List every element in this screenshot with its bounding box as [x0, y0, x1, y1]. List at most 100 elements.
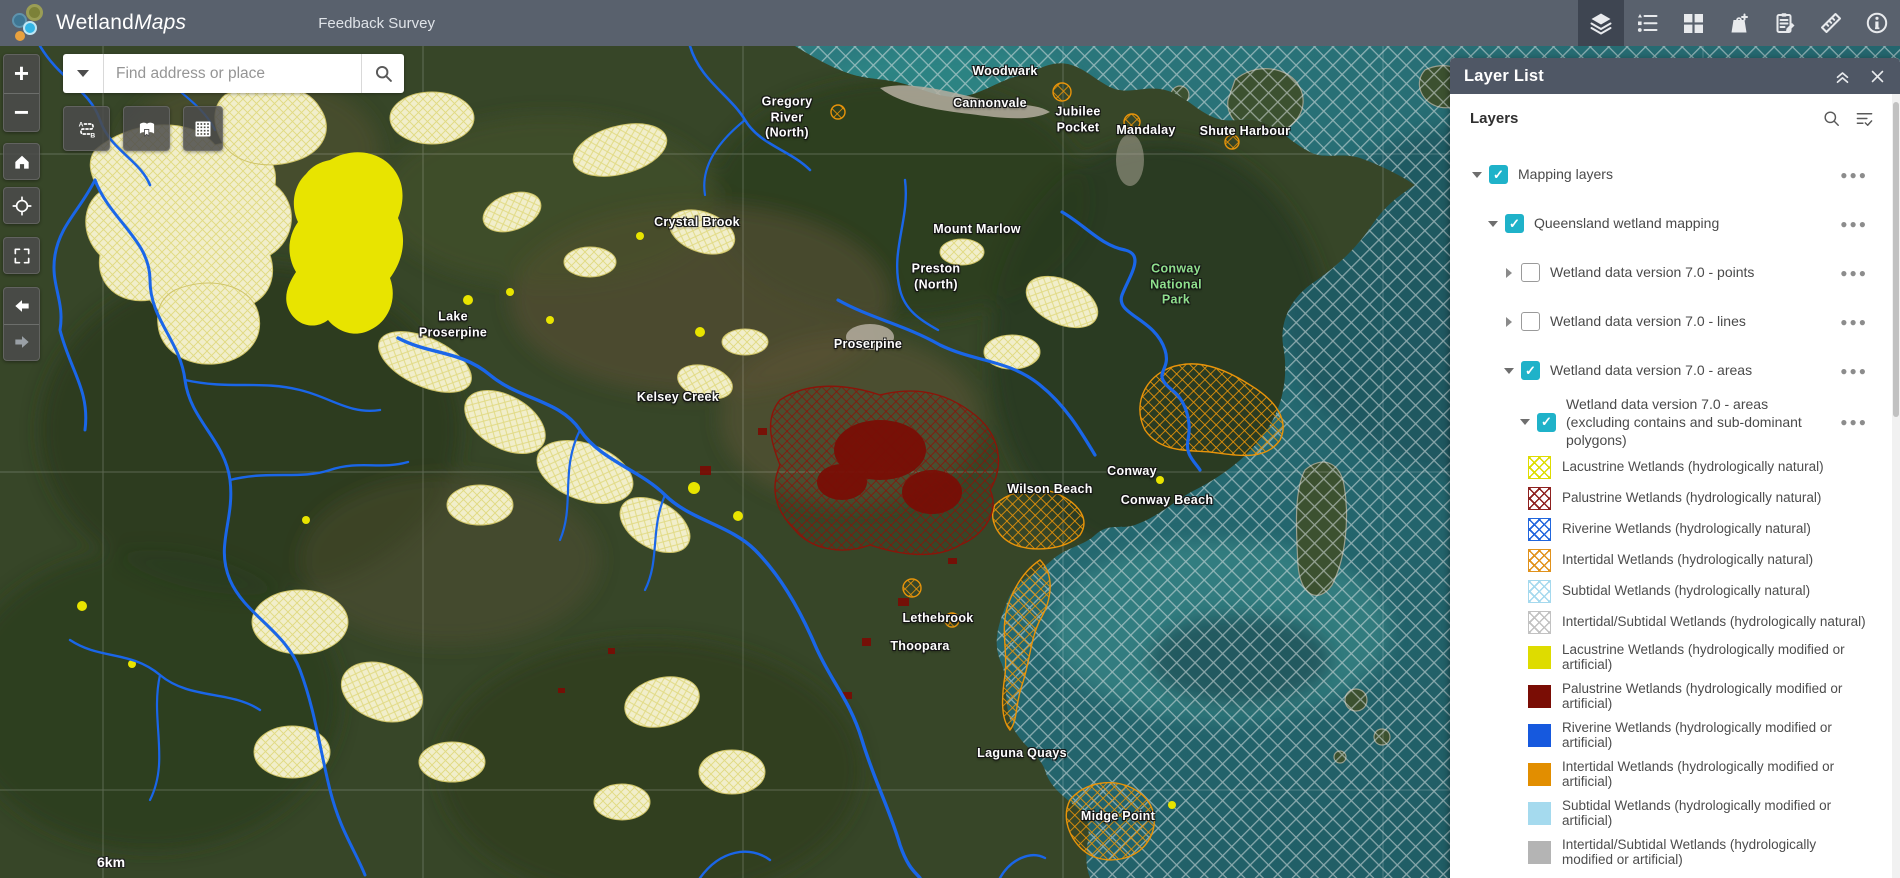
layer-tree-item-areas-excluding[interactable]: ✓ Wetland data version 7.0 - areas (excl…: [1450, 395, 1892, 450]
fullscreen-icon: [4, 238, 39, 273]
layer-tree-item-points[interactable]: ✓ Wetland data version 7.0 - points ●●●: [1450, 248, 1892, 297]
layer-menu-icon[interactable]: ●●●: [1840, 266, 1868, 280]
search-source-dropdown[interactable]: [63, 54, 104, 93]
layer-menu-icon[interactable]: ●●●: [1840, 415, 1868, 429]
add-data-icon[interactable]: [1716, 0, 1762, 46]
route-icon: AB: [64, 107, 109, 150]
expander-caret-icon[interactable]: [1470, 172, 1484, 178]
directions-button[interactable]: AB: [63, 106, 110, 151]
expander-caret-icon[interactable]: [1502, 368, 1516, 374]
legend-item: Subtidal Wetlands (hydrologically natura…: [1450, 576, 1892, 607]
app-header: WetlandMaps Feedback Survey: [0, 0, 1900, 46]
legend-item: Palustrine Wetlands (hydrologically natu…: [1450, 483, 1892, 514]
logo-circle-olive: [26, 4, 43, 21]
legend-item: Riverine Wetlands (hydrologically modifi…: [1450, 716, 1892, 755]
layer-checkbox[interactable]: ✓: [1521, 361, 1540, 380]
filter-options-icon[interactable]: [1855, 109, 1874, 128]
grid-icon: [184, 107, 222, 150]
legend-swatch: [1528, 456, 1551, 479]
panel-title: Layer List: [1464, 67, 1544, 86]
legend-swatch: [1528, 549, 1551, 572]
close-icon[interactable]: [1869, 68, 1886, 85]
logo-circle-orange: [15, 31, 25, 41]
expander-caret-icon[interactable]: [1502, 268, 1516, 278]
svg-text:B: B: [90, 132, 95, 139]
layer-list-panel: Layer List Layers ✓ Mapping layers ●●●: [1450, 58, 1900, 878]
legend-item: Intertidal/Subtidal Wetlands (hydrologic…: [1450, 607, 1892, 638]
expander-caret-icon[interactable]: [1486, 221, 1500, 227]
layer-checkbox[interactable]: ✓: [1521, 312, 1540, 331]
search-input[interactable]: [104, 54, 361, 93]
previous-extent-button[interactable]: [4, 288, 39, 324]
collapse-icon[interactable]: [1834, 68, 1851, 85]
layer-tree-item-lines[interactable]: ✓ Wetland data version 7.0 - lines ●●●: [1450, 297, 1892, 346]
legend-item: Intertidal Wetlands (hydrologically modi…: [1450, 755, 1892, 794]
info-icon[interactable]: [1854, 0, 1900, 46]
legend-list: Lacustrine Wetlands (hydrologically natu…: [1450, 452, 1892, 872]
grid-button[interactable]: [183, 106, 223, 151]
legend-swatch: [1528, 646, 1551, 669]
wetlandmaps-app: WetlandMaps Feedback Survey: [0, 0, 1900, 878]
layer-checkbox[interactable]: ✓: [1537, 413, 1556, 432]
legend-item: Intertidal/Subtidal Wetlands (hydrologic…: [1450, 833, 1892, 872]
layer-menu-icon[interactable]: ●●●: [1840, 168, 1868, 182]
basemap-gallery-icon[interactable]: [1670, 0, 1716, 46]
zoom-in-button[interactable]: +: [4, 55, 39, 93]
expander-caret-icon[interactable]: [1502, 317, 1516, 327]
panel-header[interactable]: Layer List: [1450, 58, 1900, 94]
legend-swatch: [1528, 802, 1551, 825]
measure-icon[interactable]: [1808, 0, 1854, 46]
search-button[interactable]: [361, 54, 404, 93]
extent-navigation: [3, 287, 40, 361]
layer-label: Wetland data version 7.0 - points: [1550, 263, 1840, 281]
panel-scrollbar[interactable]: [1892, 94, 1900, 878]
legend-item: Lacustrine Wetlands (hydrologically natu…: [1450, 452, 1892, 483]
layer-menu-icon[interactable]: ●●●: [1840, 315, 1868, 329]
next-extent-button[interactable]: [4, 325, 39, 361]
layer-tree-item-qld-wetland-mapping[interactable]: ✓ Queensland wetland mapping ●●●: [1450, 199, 1892, 248]
locate-button[interactable]: [3, 187, 40, 224]
scrollbar-thumb[interactable]: [1893, 102, 1899, 417]
header-toolbar: [1578, 0, 1900, 46]
search-icon: [373, 63, 394, 84]
home-button[interactable]: [3, 143, 40, 180]
search-layers-icon[interactable]: [1822, 109, 1841, 128]
zoom-out-button[interactable]: −: [4, 94, 39, 132]
layer-checkbox[interactable]: ✓: [1489, 165, 1508, 184]
layer-label: Wetland data version 7.0 - areas: [1550, 361, 1840, 379]
app-logo: [0, 0, 56, 46]
svg-text:A: A: [78, 121, 83, 128]
bookmark-button[interactable]: [123, 106, 170, 151]
layer-label: Queensland wetland mapping: [1534, 214, 1840, 232]
layer-menu-icon[interactable]: ●●●: [1840, 217, 1868, 231]
panel-body: Layers ✓ Mapping layers ●●● ✓ Queensland…: [1450, 94, 1900, 878]
legend-item: Lacustrine Wetlands (hydrologically modi…: [1450, 638, 1892, 677]
expander-caret-icon[interactable]: [1518, 419, 1532, 425]
zoom-control: + −: [3, 54, 40, 132]
layer-tree-item-areas[interactable]: ✓ Wetland data version 7.0 - areas ●●●: [1450, 346, 1892, 395]
survey-icon[interactable]: [1762, 0, 1808, 46]
legend-item: Subtidal Wetlands (hydrologically modifi…: [1450, 794, 1892, 833]
layer-tree-item-mapping-layers[interactable]: ✓ Mapping layers ●●●: [1450, 150, 1892, 199]
legend-swatch: [1528, 580, 1551, 603]
locate-icon: [4, 188, 39, 223]
legend-icon[interactable]: [1624, 0, 1670, 46]
legend-item: Palustrine Wetlands (hydrologically modi…: [1450, 677, 1892, 716]
layer-checkbox[interactable]: ✓: [1521, 263, 1540, 282]
legend-item: Intertidal Wetlands (hydrologically natu…: [1450, 545, 1892, 576]
feedback-survey-link[interactable]: Feedback Survey: [318, 15, 435, 32]
legend-swatch: [1528, 487, 1551, 510]
legend-item: Riverine Wetlands (hydrologically natura…: [1450, 514, 1892, 545]
layer-tree: ✓ Mapping layers ●●● ✓ Queensland wetlan…: [1450, 150, 1892, 450]
home-icon: [4, 144, 39, 179]
layers-heading: Layers: [1470, 110, 1518, 127]
legend-swatch: [1528, 611, 1551, 634]
layer-label: Mapping layers: [1518, 165, 1840, 183]
legend-swatch: [1528, 518, 1551, 541]
layers-icon[interactable]: [1578, 0, 1624, 46]
chevron-down-icon: [77, 70, 89, 77]
fullscreen-button[interactable]: [3, 237, 40, 274]
app-title: WetlandMaps: [56, 11, 186, 35]
layer-menu-icon[interactable]: ●●●: [1840, 364, 1868, 378]
layer-checkbox[interactable]: ✓: [1505, 214, 1524, 233]
